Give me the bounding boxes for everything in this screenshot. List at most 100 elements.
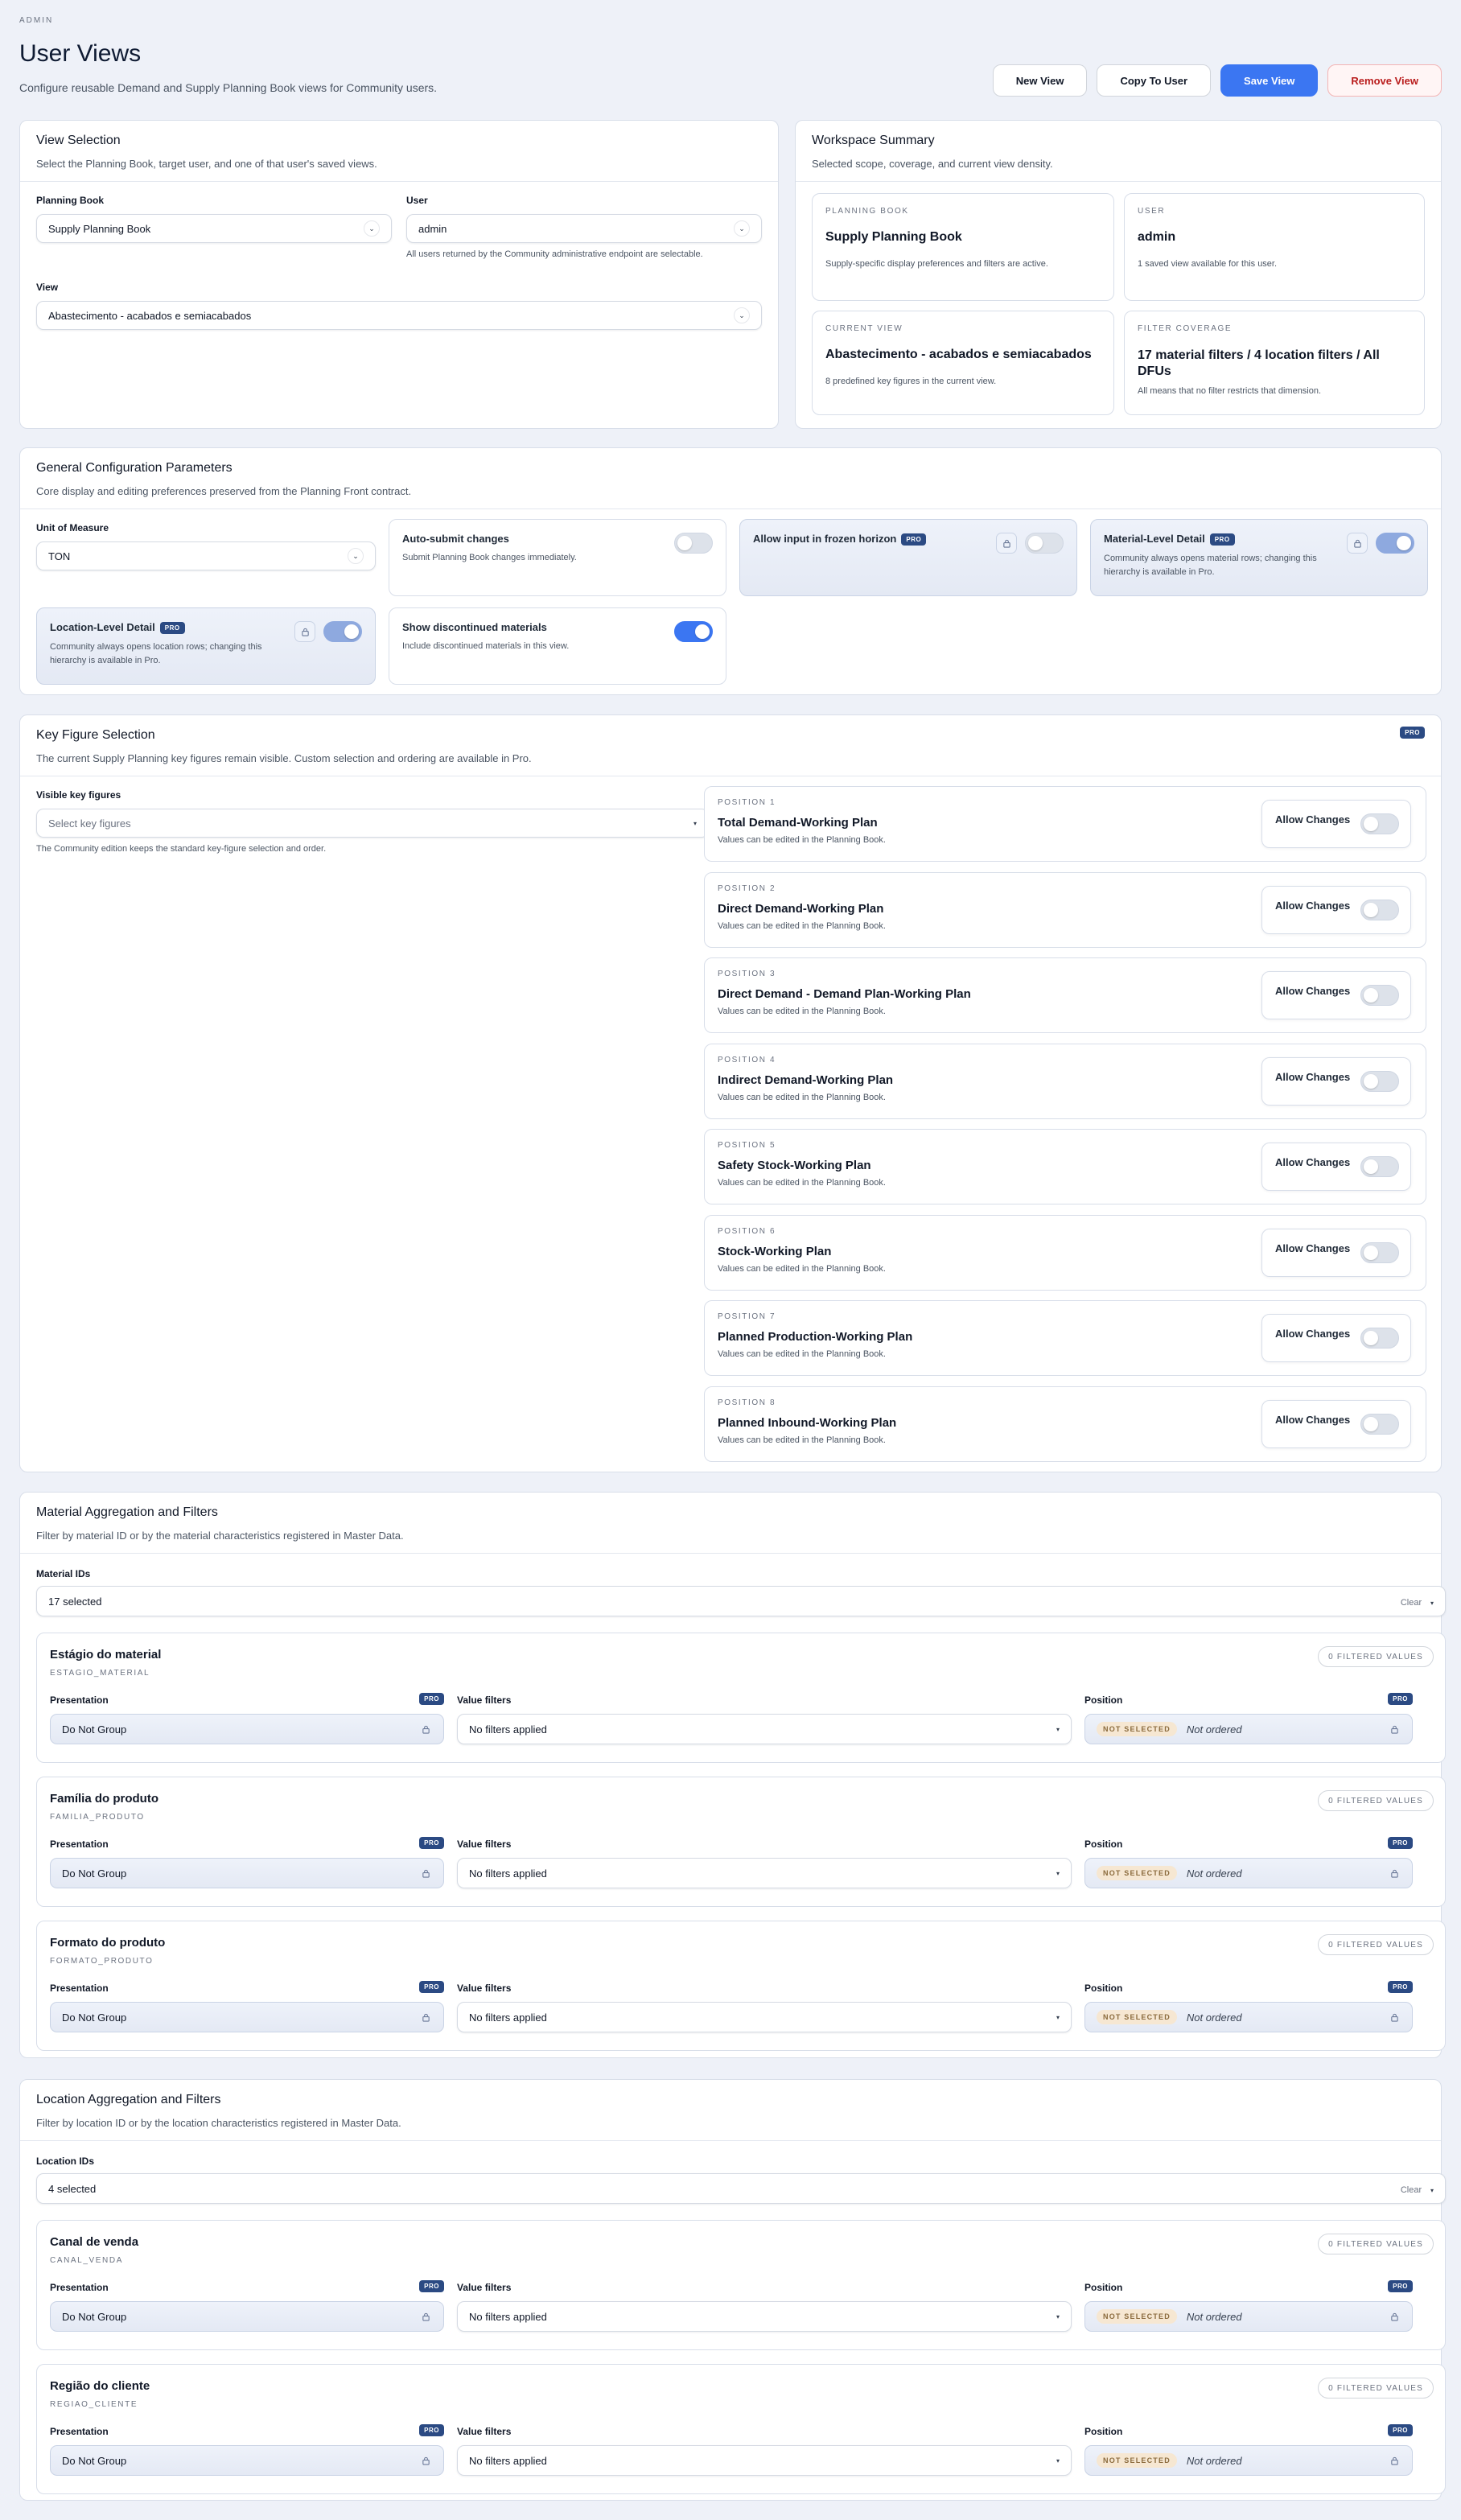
location-ids-select[interactable]: 4 selected Clear ▾ bbox=[36, 2173, 1446, 2204]
value-filters-select[interactable]: No filters applied ▾ bbox=[457, 1714, 1072, 1744]
planning-book-label: Planning Book bbox=[36, 195, 104, 206]
key-figure-row: POSITION 6 Stock-Working Plan Values can b… bbox=[704, 1214, 1426, 1291]
pro-badge: PRO bbox=[1388, 2424, 1413, 2436]
not-selected-badge: NOT SELECTED bbox=[1097, 1866, 1177, 1880]
value-filters-label: Value filters bbox=[457, 2282, 512, 2293]
caret-down-icon: ▾ bbox=[1056, 2456, 1060, 2464]
summary-card-user: USER admin 1 saved view available for th… bbox=[1124, 193, 1425, 301]
allow-changes-control: Allow Changes bbox=[1261, 971, 1411, 1019]
position-select[interactable]: NOT SELECTED Not ordered bbox=[1084, 1858, 1413, 1888]
attribute-name: Família do produto bbox=[50, 1792, 158, 1806]
value-filters-select[interactable]: No filters applied ▾ bbox=[457, 1858, 1072, 1888]
auto-submit-toggle[interactable] bbox=[674, 533, 713, 554]
allow-changes-toggle[interactable] bbox=[1360, 813, 1399, 834]
workspace-summary-panel: Workspace Summary Selected scope, covera… bbox=[795, 120, 1442, 429]
new-view-button[interactable]: New View bbox=[992, 64, 1088, 97]
value-filters-select[interactable]: No filters applied ▾ bbox=[457, 2445, 1072, 2476]
attribute-card: Formato do produto FORMATO_PRODUTO 0 FILTE… bbox=[36, 1921, 1446, 2051]
position-select[interactable]: NOT SELECTED Not ordered bbox=[1084, 2002, 1413, 2032]
value-filters-label: Value filters bbox=[457, 1694, 512, 1706]
position-value: Not ordered bbox=[1186, 2310, 1242, 2323]
uom-select[interactable]: TON ⌄ bbox=[36, 541, 376, 570]
allow-changes-toggle[interactable] bbox=[1360, 985, 1399, 1006]
clear-link[interactable]: Clear bbox=[1401, 2185, 1422, 2195]
card-desc: 8 predefined key figures in the current … bbox=[825, 377, 997, 386]
kf-hint: The Community edition keeps the standard… bbox=[36, 844, 327, 854]
key-figure-row: POSITION 1 Total Demand-Working Plan Value… bbox=[704, 786, 1426, 862]
pro-badge: PRO bbox=[901, 533, 927, 546]
position-select[interactable]: NOT SELECTED Not ordered bbox=[1084, 2445, 1413, 2476]
material-ids-select[interactable]: 17 selected Clear ▾ bbox=[36, 1586, 1446, 1616]
presentation-select[interactable]: Do Not Group bbox=[50, 2445, 444, 2476]
kf-position: POSITION 3 bbox=[718, 970, 776, 978]
position-column: Position PRO NOT SELECTED Not ordered bbox=[1084, 2280, 1413, 2332]
frozen-horizon-toggle[interactable] bbox=[1025, 533, 1064, 554]
allow-changes-label: Allow Changes bbox=[1275, 1328, 1351, 1340]
value-filters-select[interactable]: No filters applied ▾ bbox=[457, 2301, 1072, 2332]
lock-icon bbox=[1390, 1868, 1399, 1880]
key-figure-panel: Key Figure Selection The current Supply … bbox=[19, 714, 1442, 1472]
key-figures-select[interactable]: Select key figures ▾ bbox=[36, 809, 709, 838]
value-filters-select[interactable]: No filters applied ▾ bbox=[457, 2002, 1072, 2032]
option-title: Auto-submit changes bbox=[402, 533, 509, 545]
allow-changes-label: Allow Changes bbox=[1275, 1070, 1351, 1083]
allow-changes-toggle[interactable] bbox=[1360, 1241, 1399, 1263]
attribute-code: FORMATO_PRODUTO bbox=[50, 1957, 154, 1966]
pro-badge: PRO bbox=[1388, 1981, 1413, 1993]
kf-name: Planned Inbound-Working Plan bbox=[718, 1415, 897, 1430]
clear-link[interactable]: Clear bbox=[1401, 1598, 1422, 1608]
presentation-select[interactable]: Do Not Group bbox=[50, 2301, 444, 2332]
presentation-label: Presentation bbox=[50, 2282, 109, 2293]
presentation-value: Do Not Group bbox=[62, 1723, 127, 1736]
attribute-card: Estágio do material ESTAGIO_MATERIAL 0 FIL… bbox=[36, 1633, 1446, 1763]
allow-changes-toggle[interactable] bbox=[1360, 1328, 1399, 1349]
presentation-select[interactable]: Do Not Group bbox=[50, 1858, 444, 1888]
user-select[interactable]: admin ⌄ bbox=[406, 214, 762, 243]
presentation-column: Presentation PRO Do Not Group bbox=[50, 2424, 444, 2476]
header-actions: New View Copy To User Save View Remove V… bbox=[992, 64, 1442, 97]
material-ids-label: Material IDs bbox=[36, 1568, 91, 1579]
remove-view-button[interactable]: Remove View bbox=[1327, 64, 1442, 97]
kf-name: Total Demand-Working Plan bbox=[718, 816, 878, 830]
save-view-button[interactable]: Save View bbox=[1220, 64, 1319, 97]
copy-to-user-button[interactable]: Copy To User bbox=[1097, 64, 1212, 97]
not-selected-badge: NOT SELECTED bbox=[1097, 2010, 1177, 2024]
discontinued-toggle[interactable] bbox=[674, 621, 713, 642]
allow-changes-control: Allow Changes bbox=[1261, 1399, 1411, 1448]
discontinued-option: Show discontinued materials Include disc… bbox=[389, 607, 726, 685]
key-figure-row: POSITION 5 Safety Stock-Working Plan Value… bbox=[704, 1129, 1426, 1204]
key-figure-row: POSITION 2 Direct Demand-Working Plan Valu… bbox=[704, 871, 1426, 948]
page-eyebrow: ADMIN bbox=[19, 16, 54, 25]
option-desc: Include discontinued materials in this v… bbox=[402, 641, 570, 651]
material-level-toggle[interactable] bbox=[1376, 533, 1414, 554]
view-select[interactable]: Abastecimento - acabados e semiacabados ⌄ bbox=[36, 301, 762, 330]
position-value: Not ordered bbox=[1186, 2454, 1242, 2467]
attribute-name: Formato do produto bbox=[50, 1936, 166, 1950]
position-select[interactable]: NOT SELECTED Not ordered bbox=[1084, 2301, 1413, 2332]
presentation-select[interactable]: Do Not Group bbox=[50, 1714, 444, 1744]
auto-submit-option: Auto-submit changes Submit Planning Book… bbox=[389, 519, 726, 596]
kf-name: Planned Production-Working Plan bbox=[718, 1330, 913, 1344]
position-select[interactable]: NOT SELECTED Not ordered bbox=[1084, 1714, 1413, 1744]
lock-icon bbox=[422, 1724, 430, 1736]
key-figure-row: POSITION 4 Indirect Demand-Working Plan Va… bbox=[704, 1043, 1426, 1119]
attribute-name: Região do cliente bbox=[50, 2379, 150, 2393]
kf-desc: Values can be edited in the Planning Boo… bbox=[718, 1007, 886, 1016]
allow-changes-control: Allow Changes bbox=[1261, 1056, 1411, 1106]
presentation-value: Do Not Group bbox=[62, 1867, 127, 1880]
kf-name: Direct Demand-Working Plan bbox=[718, 901, 884, 916]
value-filters-value: No filters applied bbox=[469, 2310, 547, 2323]
allow-changes-toggle[interactable] bbox=[1360, 1070, 1399, 1092]
kf-position: POSITION 6 bbox=[718, 1226, 776, 1236]
location-level-toggle[interactable] bbox=[323, 621, 362, 642]
chevron-down-icon: ⌄ bbox=[364, 220, 380, 237]
planning-book-select[interactable]: Supply Planning Book ⌄ bbox=[36, 214, 392, 243]
caret-down-icon: ▾ bbox=[1056, 1725, 1060, 1733]
allow-changes-toggle[interactable] bbox=[1360, 899, 1399, 920]
allow-changes-control: Allow Changes bbox=[1261, 1228, 1411, 1277]
presentation-column: Presentation PRO Do Not Group bbox=[50, 2280, 444, 2332]
allow-changes-toggle[interactable] bbox=[1360, 1413, 1399, 1435]
allow-changes-toggle[interactable] bbox=[1360, 1156, 1399, 1177]
pro-badge: PRO bbox=[419, 2280, 444, 2292]
presentation-select[interactable]: Do Not Group bbox=[50, 2002, 444, 2032]
